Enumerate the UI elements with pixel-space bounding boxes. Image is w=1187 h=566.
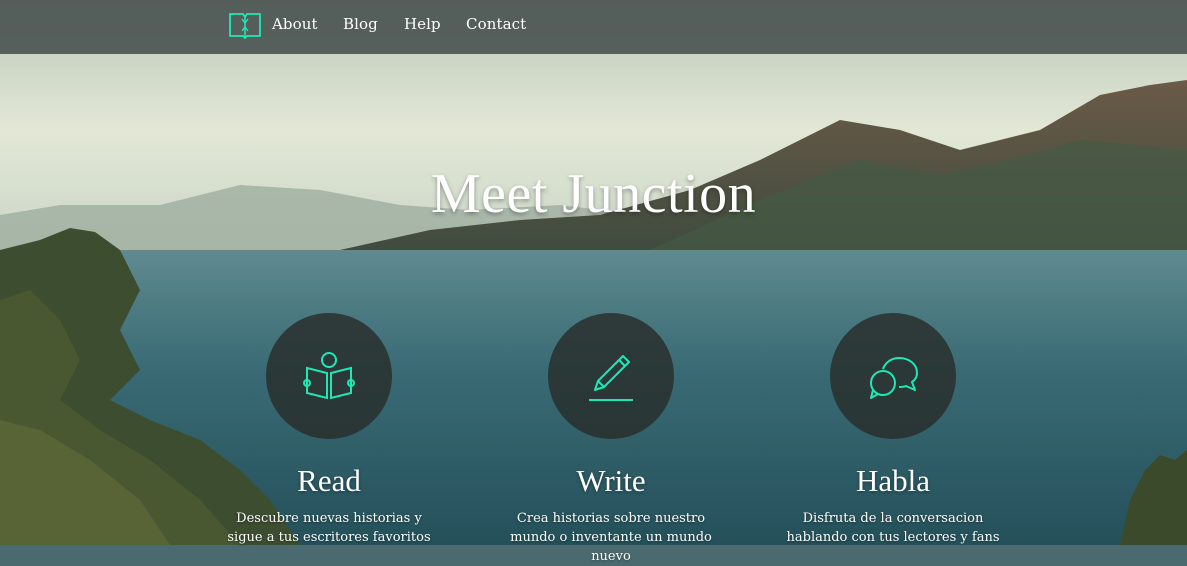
- feature-habla-description: Disfruta de la conversacion hablando con…: [786, 511, 1000, 545]
- pencil-icon: [589, 355, 633, 401]
- nav-about-link[interactable]: About: [272, 15, 318, 33]
- chat-bubbles-icon: [870, 357, 918, 399]
- feature-write: Write Crea historias sobre nuestro mundo…: [481, 313, 741, 566]
- open-book-icon[interactable]: [228, 11, 262, 40]
- feature-habla: Habla Disfruta de la conversacion hablan…: [763, 313, 1023, 547]
- feature-habla-circle[interactable]: [830, 313, 956, 439]
- reading-person-icon: [303, 352, 355, 400]
- hero-title: Meet Junction: [430, 163, 757, 225]
- nav-contact-link[interactable]: Contact: [466, 15, 526, 33]
- feature-read: Read Descubre nuevas historias y sigue a…: [199, 313, 459, 547]
- feature-habla-title: Habla: [855, 463, 931, 498]
- feature-write-title: Write: [576, 463, 646, 498]
- feature-read-description: Descubre nuevas historias y sigue a tus …: [227, 511, 431, 545]
- feature-write-description: Crea historias sobre nuestro mundo o inv…: [510, 511, 712, 564]
- top-navbar: About Blog Help Contact: [0, 0, 1187, 54]
- feature-read-title: Read: [297, 463, 361, 498]
- feature-write-circle[interactable]: [548, 313, 674, 439]
- feature-read-circle[interactable]: [266, 313, 392, 439]
- nav-help-link[interactable]: Help: [404, 15, 441, 33]
- nav-blog-link[interactable]: Blog: [343, 15, 378, 33]
